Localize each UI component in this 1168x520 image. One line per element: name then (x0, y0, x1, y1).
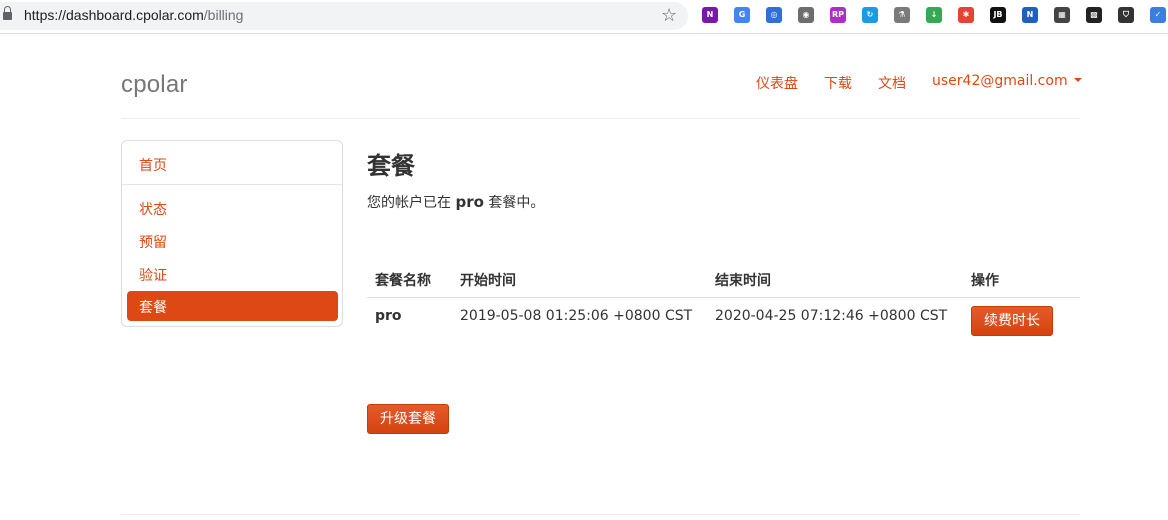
sidebar-item-auth[interactable]: 验证 (139, 265, 167, 285)
address-bar[interactable]: https://dashboard.cpolar.com/billing ☆ (0, 2, 688, 30)
page-title: 套餐 (367, 152, 415, 180)
asterisk-extension-icon[interactable]: ✱ (958, 7, 974, 23)
check-circle-icon[interactable]: ✓ (1150, 7, 1166, 23)
sidebar-divider (122, 184, 342, 185)
refresh-extension-icon[interactable]: ↻ (862, 7, 878, 23)
nav-dashboard-link[interactable]: 仪表盘 (756, 73, 798, 93)
brand-logo[interactable]: cpolar (121, 71, 188, 99)
onenote-icon[interactable]: N (702, 7, 718, 23)
n-extension-icon[interactable]: N (1022, 7, 1038, 23)
sidebar-item-status[interactable]: 状态 (139, 199, 167, 219)
rp-icon[interactable]: RP (830, 7, 846, 23)
globe-extension-icon[interactable]: ◎ (766, 7, 782, 23)
download-extension-icon[interactable]: ↓ (926, 7, 942, 23)
table-header-end: 结束时间 (715, 273, 771, 289)
bookmark-star-icon[interactable]: ☆ (661, 5, 677, 26)
table-divider (367, 297, 1080, 298)
shield-extension-icon[interactable]: ⛉ (1118, 7, 1134, 23)
incognito-icon[interactable]: ◉ (798, 7, 814, 23)
sidebar-nav: 首页 状态 预留 验证 套餐 (121, 140, 343, 327)
cell-plan: pro (375, 308, 402, 324)
current-plan-name: pro (455, 193, 484, 211)
nav-download-link[interactable]: 下载 (824, 73, 852, 93)
sidebar-item-home[interactable]: 首页 (139, 155, 167, 175)
qr-code-alt-icon[interactable]: ▩ (1086, 7, 1102, 23)
cell-start-time: 2019-05-08 01:25:06 +0800 CST (460, 308, 693, 324)
header-divider (121, 118, 1080, 119)
sidebar-item-reserved[interactable]: 预留 (139, 232, 167, 252)
jetbrains-icon[interactable]: JB (990, 7, 1006, 23)
account-dropdown[interactable]: user42@gmail.com (932, 73, 1082, 89)
translate-icon[interactable]: G (734, 7, 750, 23)
browser-toolbar: https://dashboard.cpolar.com/billing ☆ N… (0, 0, 1168, 34)
account-email: user42@gmail.com (932, 73, 1068, 89)
qr-code-icon[interactable]: ▦ (1054, 7, 1070, 23)
microscope-icon[interactable]: ⚗ (894, 7, 910, 23)
plan-description: 您的帐户已在 pro 套餐中。 (367, 193, 545, 211)
nav-docs-link[interactable]: 文档 (878, 73, 906, 93)
caret-down-icon (1073, 78, 1082, 82)
lock-icon[interactable] (3, 6, 12, 21)
url-text[interactable]: https://dashboard.cpolar.com/billing (24, 7, 243, 23)
table-header-start: 开始时间 (460, 273, 516, 289)
footer-divider (121, 514, 1080, 515)
table-header-plan: 套餐名称 (375, 273, 431, 289)
upgrade-plan-button[interactable]: 升级套餐 (367, 404, 449, 434)
renew-button[interactable]: 续费时长 (971, 306, 1053, 336)
table-header-action: 操作 (971, 273, 999, 289)
cell-end-time: 2020-04-25 07:12:46 +0800 CST (715, 308, 948, 324)
sidebar-item-label: 套餐 (139, 300, 167, 316)
sidebar-item-billing[interactable]: 套餐 (127, 291, 338, 321)
